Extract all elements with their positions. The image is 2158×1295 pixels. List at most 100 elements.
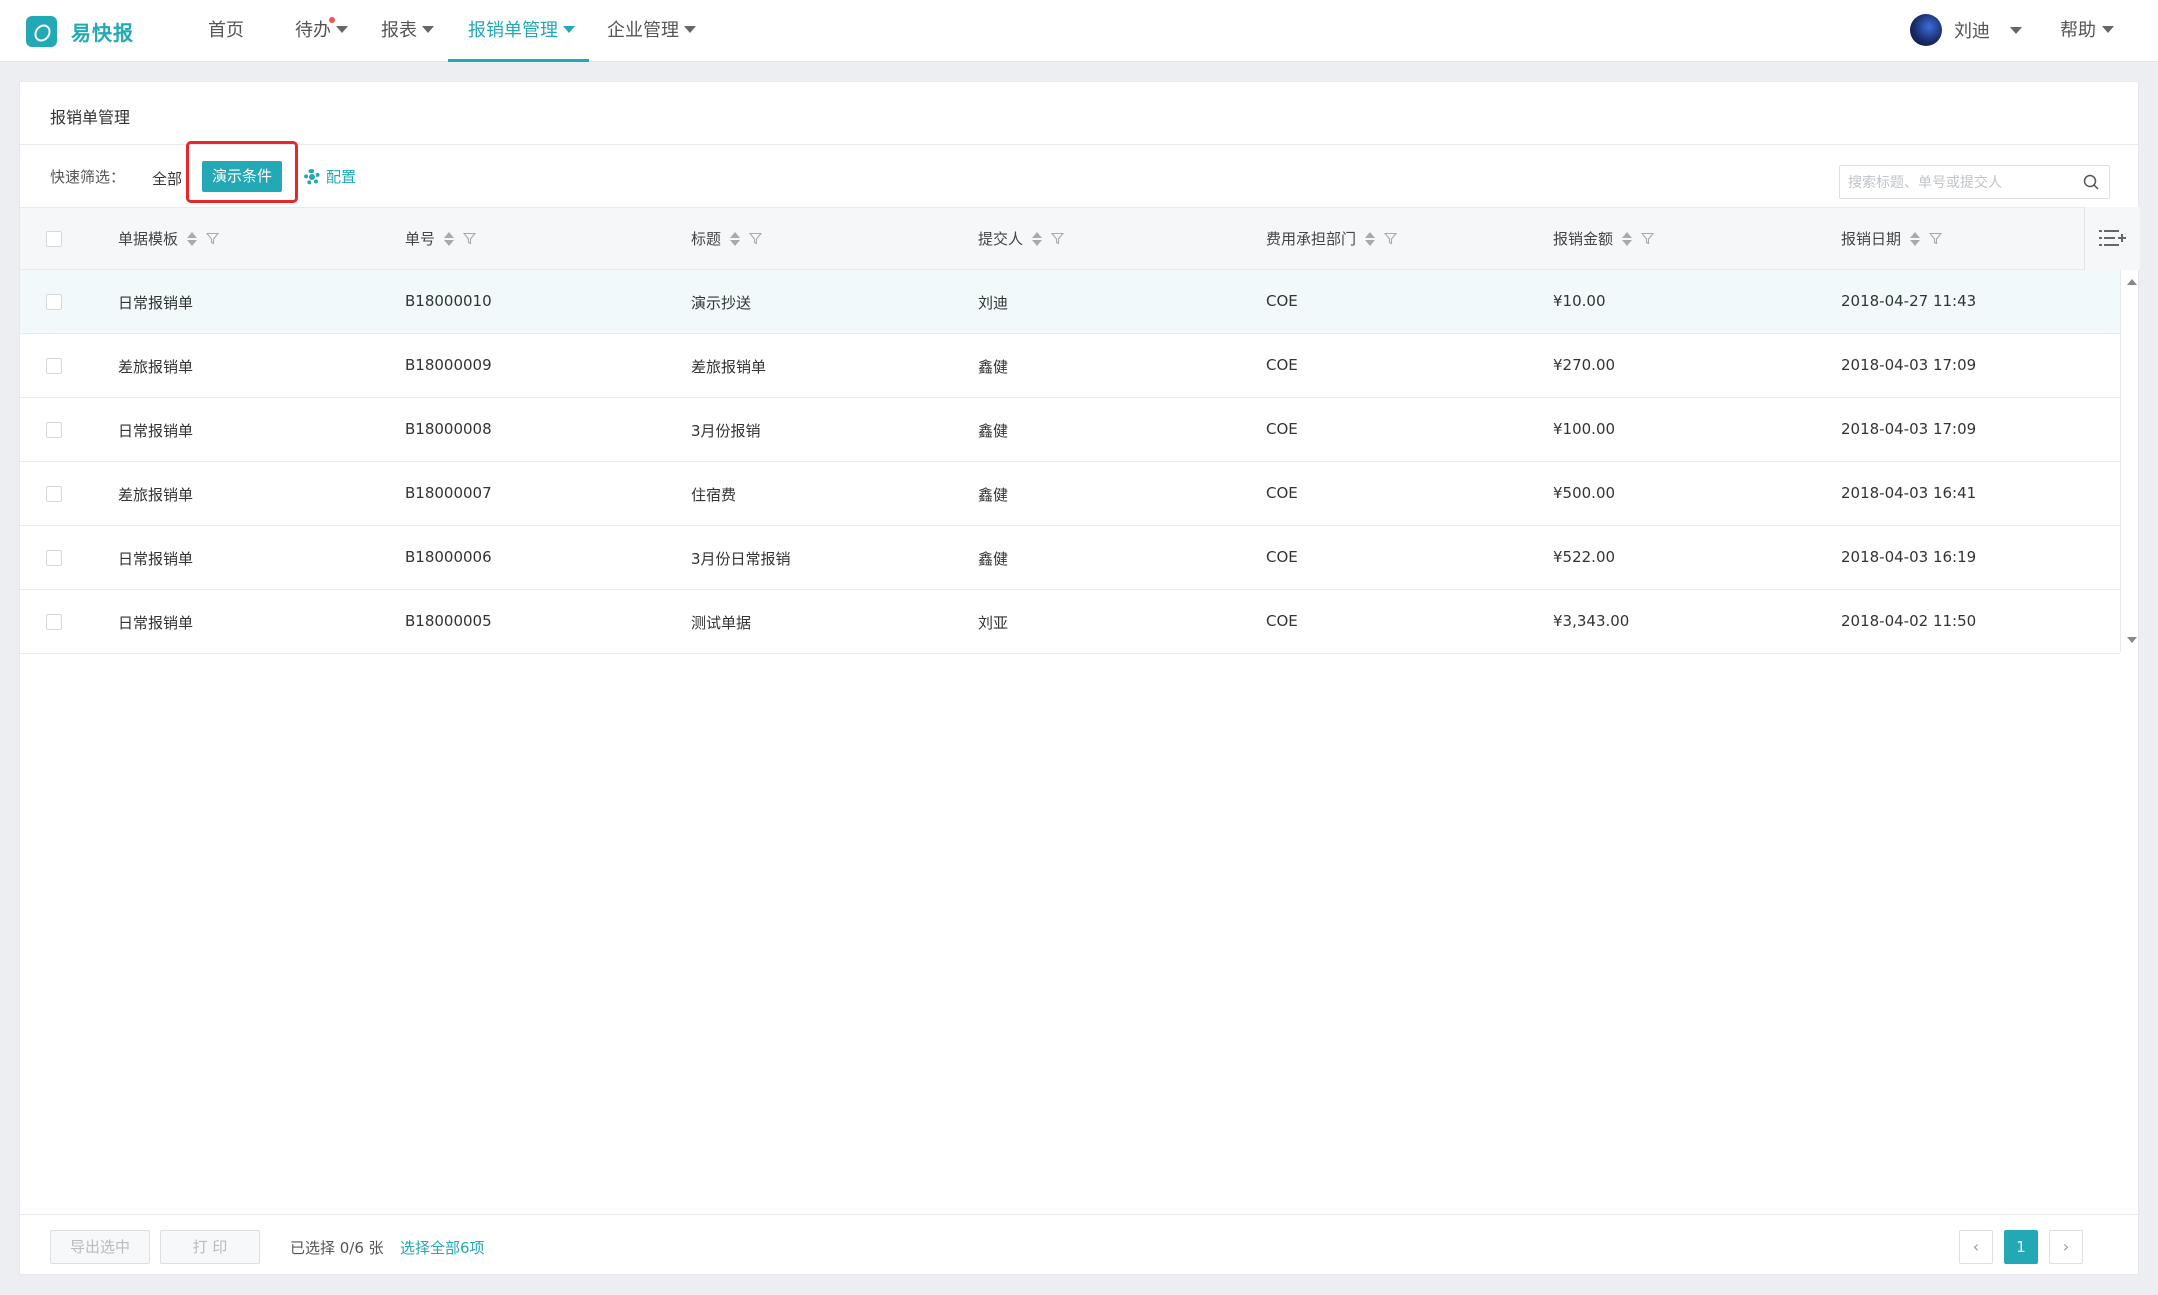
column-settings-button[interactable] (2084, 207, 2140, 270)
user-menu[interactable]: 刘迪 (1910, 14, 2022, 46)
app-logo[interactable]: 易快报 (26, 16, 134, 47)
export-selected-button[interactable]: 导出选中 (50, 1230, 150, 1264)
cell-amount: ¥522.00 (1553, 548, 1616, 566)
filter-all-button[interactable]: 全部 (152, 168, 182, 189)
print-button[interactable]: 打 印 (160, 1230, 260, 1264)
sort-icon[interactable] (187, 231, 198, 246)
nav-item-todo[interactable]: 待办 (295, 0, 348, 62)
nav-item-home[interactable]: 首页 (208, 0, 244, 62)
search-input[interactable] (1848, 172, 2068, 194)
table-row[interactable]: 日常报销单 B18000008 3月份报销 鑫健 COE ¥100.00 201… (20, 398, 2120, 462)
filter-funnel-icon[interactable] (1641, 232, 1655, 245)
top-navbar: 易快报 首页 待办 报表 报销单管理 企业管理 刘迪 帮助 (0, 0, 2158, 62)
column-header-label: 报销日期 (1841, 230, 1902, 248)
config-label: 配置 (326, 168, 357, 186)
cell-submitter: 鑫健 (978, 358, 1009, 376)
cell-date: 2018-04-02 11:50 (1841, 612, 1977, 630)
cell-department: COE (1266, 356, 1298, 374)
column-header-label: 单号 (405, 230, 436, 248)
select-all-checkbox[interactable] (46, 231, 62, 247)
prev-page-button[interactable]: ‹ (1959, 1230, 1993, 1264)
nav-item-reports[interactable]: 报表 (381, 0, 434, 62)
column-settings-icon (2099, 230, 2126, 246)
cell-amount: ¥100.00 (1553, 420, 1616, 438)
title-divider (20, 144, 2138, 145)
next-page-button[interactable]: › (2049, 1230, 2083, 1264)
sort-icon[interactable] (1365, 231, 1376, 246)
table-scrollbar[interactable] (2120, 270, 2121, 652)
filter-funnel-icon[interactable] (1384, 232, 1398, 245)
cell-number: B18000007 (405, 484, 492, 502)
row-checkbox[interactable] (46, 486, 62, 502)
help-menu[interactable]: 帮助 (2060, 0, 2114, 62)
sort-icon[interactable] (444, 231, 455, 246)
column-header-department[interactable]: 费用承担部门 (1266, 228, 1398, 249)
cell-amount: ¥10.00 (1553, 292, 1606, 310)
column-header-template[interactable]: 单据模板 (118, 228, 220, 249)
cell-title: 测试单据 (691, 614, 752, 632)
scroll-down-arrow-icon[interactable] (2127, 637, 2137, 643)
row-checkbox[interactable] (46, 294, 62, 310)
cell-submitter: 鑫健 (978, 550, 1009, 568)
cell-date: 2018-04-03 16:19 (1841, 548, 1977, 566)
table-row[interactable]: 差旅报销单 B18000009 差旅报销单 鑫健 COE ¥270.00 201… (20, 334, 2120, 398)
notification-dot (329, 17, 335, 23)
config-button[interactable]: 配置 (304, 166, 356, 187)
annotation-highlight-box (186, 141, 298, 203)
selected-count: 已选择 0/6 张 (290, 1239, 384, 1257)
sort-icon[interactable] (1910, 231, 1921, 246)
table-row[interactable]: 日常报销单 B18000006 3月份日常报销 鑫健 COE ¥522.00 2… (20, 526, 2120, 590)
filter-funnel-icon[interactable] (206, 232, 220, 245)
select-all-link[interactable]: 选择全部6项 (400, 1237, 485, 1258)
cell-template: 差旅报销单 (118, 358, 194, 376)
table-row[interactable]: 日常报销单 B18000005 测试单据 刘亚 COE ¥3,343.00 20… (20, 590, 2120, 654)
sort-icon[interactable] (730, 231, 741, 246)
cell-date: 2018-04-03 17:09 (1841, 356, 1977, 374)
cell-department: COE (1266, 548, 1298, 566)
search-icon[interactable] (2083, 174, 2099, 190)
cell-template: 差旅报销单 (118, 486, 194, 504)
cell-title: 3月份日常报销 (691, 550, 791, 568)
sort-icon[interactable] (1622, 231, 1633, 246)
column-header-label: 提交人 (978, 230, 1024, 248)
nav-item-label: 待办 (295, 20, 331, 41)
row-checkbox[interactable] (46, 550, 62, 566)
expense-management-card: 报销单管理 快速筛选： 全部 演示条件 配置 单据模板 单号 标题 (19, 81, 2140, 1275)
nav-item-label: 报销单管理 (468, 20, 558, 41)
filter-funnel-icon[interactable] (749, 232, 763, 245)
cell-submitter: 鑫健 (978, 486, 1009, 504)
scroll-up-arrow-icon[interactable] (2127, 279, 2137, 285)
cell-title: 3月份报销 (691, 422, 761, 440)
column-header-label: 单据模板 (118, 230, 179, 248)
caret-down-icon (684, 25, 696, 33)
cell-template: 日常报销单 (118, 614, 194, 632)
column-header-date[interactable]: 报销日期 (1841, 228, 1943, 249)
filter-funnel-icon[interactable] (1051, 232, 1065, 245)
caret-down-icon (2010, 26, 2022, 34)
caret-down-icon (563, 25, 575, 33)
table-row[interactable]: 日常报销单 B18000010 演示抄送 刘迪 COE ¥10.00 2018-… (20, 270, 2120, 334)
sort-icon[interactable] (1032, 231, 1043, 246)
row-checkbox[interactable] (46, 422, 62, 438)
column-header-label: 标题 (691, 230, 722, 248)
column-header-amount[interactable]: 报销金额 (1553, 228, 1655, 249)
filter-funnel-icon[interactable] (463, 232, 477, 245)
table-row[interactable]: 差旅报销单 B18000007 住宿费 鑫健 COE ¥500.00 2018-… (20, 462, 2120, 526)
column-header-submitter[interactable]: 提交人 (978, 228, 1065, 249)
nav-item-enterprise[interactable]: 企业管理 (607, 0, 696, 62)
column-header-number[interactable]: 单号 (405, 228, 477, 249)
column-header-label: 费用承担部门 (1266, 230, 1357, 248)
cell-template: 日常报销单 (118, 422, 194, 440)
filter-funnel-icon[interactable] (1929, 232, 1943, 245)
row-checkbox[interactable] (46, 614, 62, 630)
row-checkbox[interactable] (46, 358, 62, 374)
cell-number: B18000009 (405, 356, 492, 374)
page-1-button[interactable]: 1 (2004, 1230, 2038, 1264)
page-title: 报销单管理 (50, 108, 131, 127)
quick-filter-label: 快速筛选： (50, 168, 126, 186)
column-header-title[interactable]: 标题 (691, 228, 763, 249)
cell-date: 2018-04-03 17:09 (1841, 420, 1977, 438)
cell-department: COE (1266, 612, 1298, 630)
nav-item-expense-management[interactable]: 报销单管理 (448, 0, 589, 62)
nav-item-label: 企业管理 (607, 20, 679, 41)
